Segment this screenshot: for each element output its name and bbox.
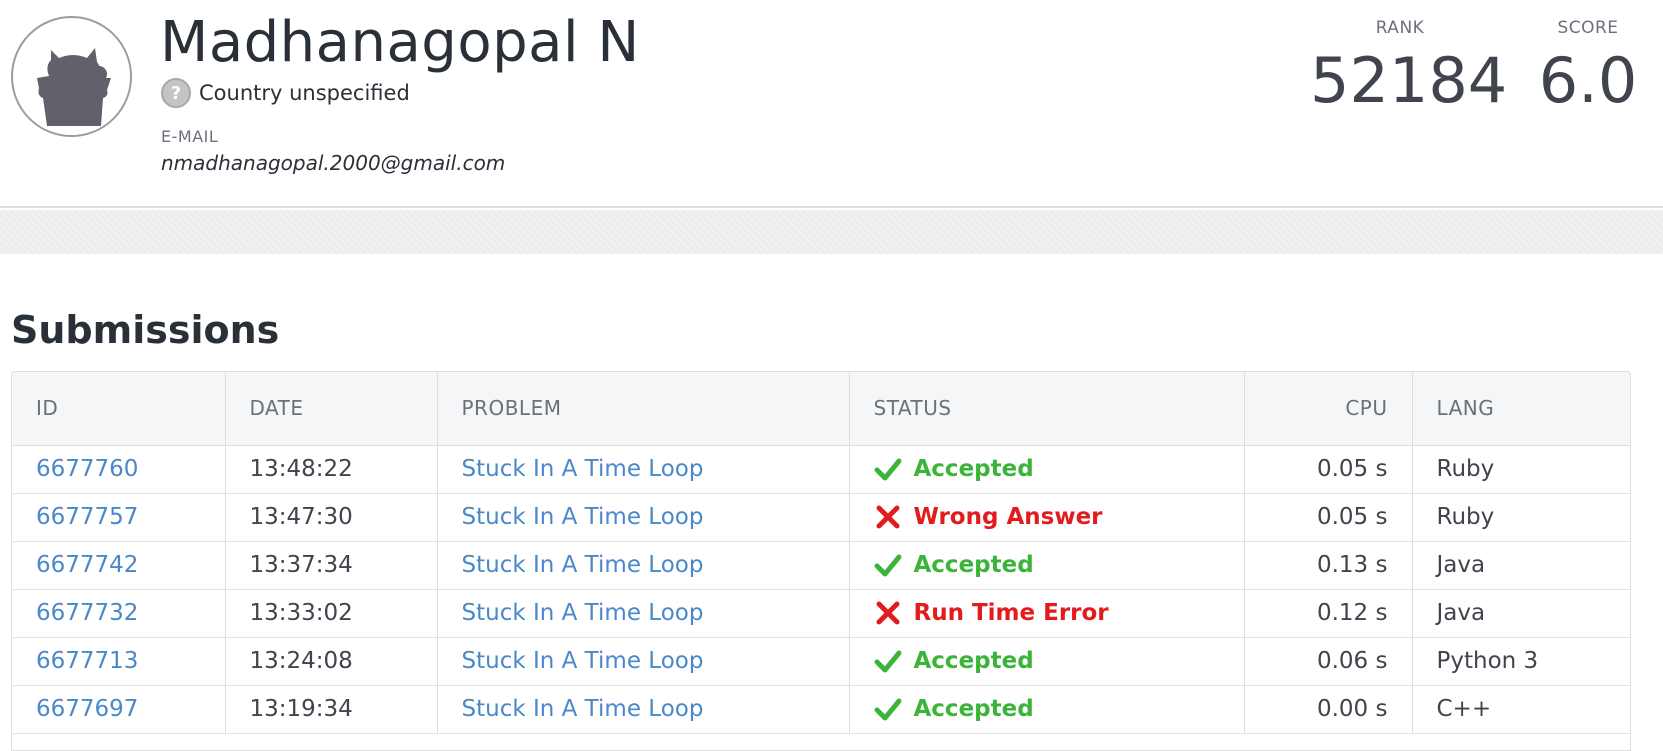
column-header-cpu[interactable]: CPU <box>1244 372 1413 446</box>
column-header-lang[interactable]: LANG <box>1412 372 1630 446</box>
submission-date: 13:47:30 <box>225 493 438 542</box>
status-cell: Wrong Answer <box>849 493 1245 542</box>
submission-id-link[interactable]: 6677757 <box>36 504 138 530</box>
problem-cell: Stuck In A Time Loop <box>437 685 850 734</box>
cross-icon <box>874 599 902 627</box>
cat-avatar-icon <box>13 18 130 135</box>
cpu-time: 0.05 s <box>1244 445 1413 494</box>
profile-header: Madhanagopal N ? Country unspecified E-M… <box>0 0 1663 208</box>
status-label: Accepted <box>913 552 1034 578</box>
language: Java <box>1412 589 1630 638</box>
cpu-time: 0.05 s <box>1244 493 1413 542</box>
column-header-date[interactable]: DATE <box>225 372 438 446</box>
email-value: nmadhanagopal.2000@gmail.com <box>161 151 506 175</box>
problem-cell: Stuck In A Time Loop <box>437 445 850 494</box>
country-row: ? Country unspecified <box>161 76 410 110</box>
score-value: 6.0 <box>1538 44 1638 117</box>
checkmark-icon <box>874 647 902 675</box>
avatar[interactable] <box>11 16 132 137</box>
cpu-time: 0.06 s <box>1244 637 1413 686</box>
submission-id-link[interactable]: 6677732 <box>36 600 138 626</box>
language: Java <box>1412 541 1630 590</box>
divider-band <box>0 210 1663 254</box>
status-label: Accepted <box>913 456 1034 482</box>
submissions-title: Submissions <box>11 308 280 352</box>
submission-id-cell: 6677742 <box>12 541 226 590</box>
rank-label: RANK <box>1375 18 1425 38</box>
table-row: 6677757 13:47:30 Stuck In A Time Loop Wrong… <box>12 493 1630 542</box>
problem-cell: Stuck In A Time Loop <box>437 541 850 590</box>
problem-cell: Stuck In A Time Loop <box>437 589 850 638</box>
status-cell: Accepted <box>849 685 1245 734</box>
language: Ruby <box>1412 493 1630 542</box>
cpu-time: 0.00 s <box>1244 685 1413 734</box>
submission-id-cell: 6677760 <box>12 445 226 494</box>
status-label: Accepted <box>913 648 1034 674</box>
status-cell: Accepted <box>849 445 1245 494</box>
cpu-time: 0.13 s <box>1244 541 1413 590</box>
score-stat: SCORE 6.0 <box>1538 18 1638 117</box>
status-label: Wrong Answer <box>913 504 1103 530</box>
column-header-problem[interactable]: PROBLEM <box>437 372 850 446</box>
status-cell: Accepted <box>849 541 1245 590</box>
submission-id-link[interactable]: 6677760 <box>36 456 138 482</box>
column-header-status[interactable]: STATUS <box>849 372 1245 446</box>
table-row: 6677697 13:19:34 Stuck In A Time Loop Accep… <box>12 685 1630 734</box>
score-label: SCORE <box>1557 18 1619 38</box>
submission-id-link[interactable]: 6677697 <box>36 696 138 722</box>
table-header-row: ID DATE PROBLEM STATUS CPU LANG <box>12 372 1630 446</box>
problem-link[interactable]: Stuck In A Time Loop <box>462 696 704 722</box>
status-label: Run Time Error <box>913 600 1109 626</box>
column-header-id[interactable]: ID <box>12 372 226 446</box>
table-row: 6677713 13:24:08 Stuck In A Time Loop Accep… <box>12 637 1630 686</box>
submission-date: 13:37:34 <box>225 541 438 590</box>
language: C++ <box>1412 685 1630 734</box>
status-cell: Run Time Error <box>849 589 1245 638</box>
submission-date: 13:24:08 <box>225 637 438 686</box>
checkmark-icon <box>874 455 902 483</box>
language: Ruby <box>1412 445 1630 494</box>
submission-id-cell: 6677697 <box>12 685 226 734</box>
problem-link[interactable]: Stuck In A Time Loop <box>462 648 704 674</box>
submission-id-link[interactable]: 6677742 <box>36 552 138 578</box>
status-label: Accepted <box>913 696 1034 722</box>
status-cell: Accepted <box>849 637 1245 686</box>
submission-date: 13:33:02 <box>225 589 438 638</box>
submissions-table: ID DATE PROBLEM STATUS CPU LANG 6677760 1… <box>11 371 1631 751</box>
email-label: E-MAIL <box>161 127 219 146</box>
submission-id-link[interactable]: 6677713 <box>36 648 138 674</box>
submission-id-cell: 6677757 <box>12 493 226 542</box>
problem-link[interactable]: Stuck In A Time Loop <box>462 552 704 578</box>
submission-id-cell: 6677713 <box>12 637 226 686</box>
rank-value: 52184 <box>1310 44 1508 117</box>
submission-date: 13:48:22 <box>225 445 438 494</box>
problem-link[interactable]: Stuck In A Time Loop <box>462 504 704 530</box>
problem-link[interactable]: Stuck In A Time Loop <box>462 600 704 626</box>
problem-cell: Stuck In A Time Loop <box>437 637 850 686</box>
rank-stat: RANK 52184 <box>1310 18 1508 117</box>
language: Python 3 <box>1412 637 1630 686</box>
submission-date: 13:19:34 <box>225 685 438 734</box>
table-row: 6677732 13:33:02 Stuck In A Time Loop Run T… <box>12 589 1630 638</box>
profile-name: Madhanagopal N <box>160 10 640 75</box>
question-mark-icon: ? <box>161 78 191 108</box>
checkmark-icon <box>874 551 902 579</box>
problem-cell: Stuck In A Time Loop <box>437 493 850 542</box>
checkmark-icon <box>874 695 902 723</box>
cross-icon <box>874 503 902 531</box>
table-row: 6677742 13:37:34 Stuck In A Time Loop Accep… <box>12 541 1630 590</box>
table-row: 6677760 13:48:22 Stuck In A Time Loop Accep… <box>12 445 1630 494</box>
cpu-time: 0.12 s <box>1244 589 1413 638</box>
submission-id-cell: 6677732 <box>12 589 226 638</box>
problem-link[interactable]: Stuck In A Time Loop <box>462 456 704 482</box>
country-label: Country unspecified <box>199 81 410 105</box>
